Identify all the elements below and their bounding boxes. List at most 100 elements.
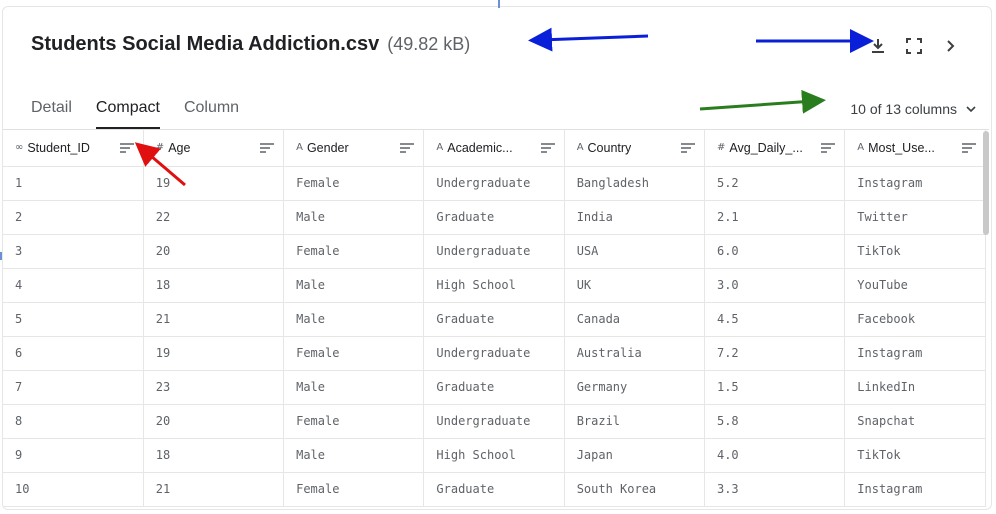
sort-lines-icon[interactable] <box>540 142 556 154</box>
column-header-label: Student_ID <box>27 140 90 155</box>
table-row[interactable]: 4 18 Male High School UK 3.0 YouTube <box>3 268 986 303</box>
column-type-icon: # <box>716 142 726 154</box>
sort-lines-icon[interactable] <box>119 142 135 154</box>
table-body: 1 19 Female Undergraduate Bangladesh 5.2 Insta… <box>3 166 986 507</box>
table-cell: 7 <box>3 370 144 405</box>
table-row[interactable]: 10 21 Female Graduate South Korea 3.3 Instagra… <box>3 472 986 507</box>
table-row[interactable]: 9 18 Male High School Japan 4.0 TikTok <box>3 438 986 473</box>
column-type-icon: A <box>436 142 444 154</box>
sort-lines-icon[interactable] <box>399 142 415 154</box>
column-type-icon: A <box>296 142 303 154</box>
edge-mark <box>0 252 2 260</box>
table-cell: Instagram <box>844 472 986 507</box>
table-cell: Australia <box>564 336 705 371</box>
table-cell: Instagram <box>844 166 986 201</box>
table-cell: Male <box>283 200 425 235</box>
download-icon[interactable] <box>867 35 889 57</box>
column-header[interactable]: A Gender <box>283 130 425 167</box>
column-selector[interactable]: 10 of 13 columns <box>850 101 977 117</box>
column-header-label: Gender <box>306 140 349 155</box>
table-cell: 8 <box>3 404 144 439</box>
table-cell: 23 <box>143 370 285 405</box>
fullscreen-icon[interactable] <box>903 35 925 57</box>
tab-column[interactable]: Column <box>184 99 239 129</box>
column-header-inner: # Age <box>156 141 275 155</box>
table-cell: UK <box>564 268 705 303</box>
column-header-label: Academic... <box>447 140 513 155</box>
sort-lines-icon[interactable] <box>820 142 836 154</box>
table-row[interactable]: 6 19 Female Undergraduate Australia 7.2 Instag… <box>3 336 986 371</box>
table-cell: Undergraduate <box>423 404 565 439</box>
column-type-icon: A <box>576 142 584 154</box>
table-row[interactable]: 7 23 Male Graduate Germany 1.5 LinkedIn <box>3 370 986 405</box>
table-cell: Male <box>283 268 425 303</box>
table-cell: Male <box>283 302 425 337</box>
table-cell: 6.0 <box>704 234 846 269</box>
table-row[interactable]: 1 19 Female Undergraduate Bangladesh 5.2 Insta… <box>3 166 986 201</box>
table-cell: 4.0 <box>704 438 846 473</box>
table-row[interactable]: 2 22 Male Graduate India 2.1 Twitter <box>3 200 986 235</box>
chevron-right-icon[interactable] <box>939 35 961 57</box>
file-size: (49.82 kB) <box>387 34 471 54</box>
table-cell: TikTok <box>844 438 986 473</box>
table-header-row: ∞ Student_ID # Age A Gender A Academic... A Count… <box>3 130 986 167</box>
table-cell: Graduate <box>423 370 565 405</box>
column-type-icon: A <box>857 142 865 154</box>
tab-compact[interactable]: Compact <box>95 99 160 129</box>
table-cell: Graduate <box>423 472 565 507</box>
table-row[interactable]: 5 21 Male Graduate Canada 4.5 Facebook <box>3 302 986 337</box>
table-cell: Bangladesh <box>564 166 705 201</box>
column-count-label: 10 of 13 columns <box>850 101 957 117</box>
column-header-label: Avg_Daily_... <box>729 140 803 155</box>
table-cell: Twitter <box>844 200 986 235</box>
sort-lines-icon[interactable] <box>680 142 696 154</box>
column-header[interactable]: # Avg_Daily_... <box>704 130 846 167</box>
column-header[interactable]: # Age <box>143 130 285 167</box>
table-cell: 9 <box>3 438 144 473</box>
chevron-down-icon <box>966 106 976 113</box>
table-cell: 2.1 <box>704 200 846 235</box>
table-cell: Female <box>283 336 425 371</box>
sort-lines-icon[interactable] <box>961 142 977 154</box>
table-row[interactable]: 8 20 Female Undergraduate Brazil 5.8 Snapchat <box>3 404 986 439</box>
table-cell: 10 <box>3 472 144 507</box>
column-header-inner: A Most_Use... <box>857 141 976 155</box>
table-cell: Snapchat <box>844 404 986 439</box>
sort-lines-icon[interactable] <box>259 142 275 154</box>
table-cell: Germany <box>564 370 705 405</box>
table-cell: Undergraduate <box>423 336 565 371</box>
table-cell: TikTok <box>844 234 986 269</box>
data-table-container[interactable]: ∞ Student_ID # Age A Gender A Academic... A Count… <box>3 129 989 509</box>
column-header[interactable]: A Most_Use... <box>844 130 986 167</box>
column-header-label: Age <box>168 140 191 155</box>
table-cell: 2 <box>3 200 144 235</box>
vertical-scrollbar[interactable] <box>983 131 989 235</box>
column-header-label: Country <box>587 140 632 155</box>
table-cell: 22 <box>143 200 285 235</box>
table-cell: 18 <box>143 438 285 473</box>
column-header-left: A Gender <box>296 141 349 155</box>
table-cell: 19 <box>143 166 285 201</box>
column-type-icon: # <box>155 142 165 154</box>
tab-detail[interactable]: Detail <box>31 99 72 129</box>
table-cell: 20 <box>143 404 285 439</box>
column-header-left: A Most_Use... <box>857 141 935 155</box>
view-tabs: Detail Compact Column <box>31 99 239 129</box>
column-header-inner: A Academic... <box>436 141 555 155</box>
table-cell: Instagram <box>844 336 986 371</box>
table-row[interactable]: 3 20 Female Undergraduate USA 6.0 TikTok <box>3 234 986 269</box>
data-table: ∞ Student_ID # Age A Gender A Academic... A Count… <box>3 130 986 507</box>
dataset-preview-panel: Students Social Media Addiction.csv (49.… <box>2 6 992 510</box>
table-cell: 1 <box>3 166 144 201</box>
table-cell: 21 <box>143 472 285 507</box>
column-header-left: A Country <box>577 141 632 155</box>
column-header-inner: ∞ Student_ID <box>15 141 135 155</box>
table-cell: 21 <box>143 302 285 337</box>
file-title-row: Students Social Media Addiction.csv (49.… <box>31 33 470 63</box>
column-header[interactable]: A Academic... <box>423 130 565 167</box>
table-cell: Japan <box>564 438 705 473</box>
table-cell: 3.3 <box>704 472 846 507</box>
column-header-left: A Academic... <box>436 141 512 155</box>
column-header[interactable]: ∞ Student_ID <box>3 130 144 167</box>
column-header[interactable]: A Country <box>564 130 705 167</box>
